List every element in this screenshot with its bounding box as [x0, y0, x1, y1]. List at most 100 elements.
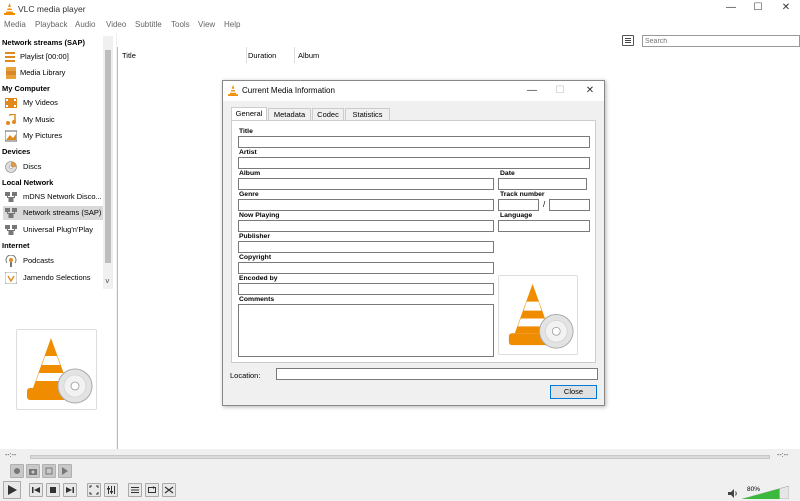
podcast-icon [5, 255, 17, 267]
dialog-minimize-button[interactable]: — [525, 84, 539, 98]
window-title: VLC media player [18, 4, 86, 14]
frame-step-button[interactable] [58, 464, 72, 478]
snapshot-button[interactable] [26, 464, 40, 478]
snapshot-icon [29, 469, 37, 475]
language-field[interactable] [498, 220, 590, 232]
comments-textarea[interactable] [238, 304, 494, 357]
previous-button[interactable] [29, 483, 43, 497]
vlc-cone-icon [508, 283, 574, 349]
sidebar-scrollbar-thumb[interactable] [105, 50, 111, 263]
location-label: Location: [230, 371, 261, 380]
album-label: Album [239, 170, 261, 177]
sidebar-item-label: Universal Plug'n'Play [23, 225, 93, 234]
encoded-by-label: Encoded by [239, 275, 278, 282]
dialog-title-bar: Current Media Information — ☐ ✕ [223, 81, 604, 101]
column-divider[interactable] [246, 47, 247, 63]
playlist-view-mode-button[interactable] [622, 35, 634, 46]
menu-view[interactable]: View [198, 20, 215, 29]
date-field[interactable] [498, 178, 587, 190]
play-icon [8, 485, 17, 495]
sidebar-header-internet: Internet [2, 241, 30, 250]
sidebar-item-my-pictures[interactable]: My Pictures [3, 129, 103, 143]
speaker-icon[interactable] [728, 489, 738, 498]
artist-field[interactable] [238, 157, 590, 169]
seek-slider[interactable] [30, 455, 770, 459]
scroll-down-arrow[interactable]: ˅ [105, 277, 110, 286]
minimize-button[interactable]: — [724, 2, 738, 14]
menu-media[interactable]: Media [4, 20, 26, 29]
sidebar-item-mdns[interactable]: mDNS Network Disco... [3, 190, 103, 204]
sidebar-item-media-library[interactable]: Media Library [3, 66, 103, 80]
sidebar-item-playlist[interactable]: Playlist [00:00] [3, 50, 103, 64]
column-divider[interactable] [294, 47, 295, 63]
extended-settings-button[interactable] [104, 483, 118, 497]
sidebar-album-art [16, 329, 97, 410]
stop-button[interactable] [46, 483, 60, 497]
column-header-duration[interactable]: Duration [248, 51, 276, 60]
stop-icon [50, 487, 56, 493]
pictures-icon [5, 130, 17, 142]
vlc-cone-icon [4, 3, 15, 15]
tab-general[interactable]: General [231, 107, 267, 121]
equalizer-icon [107, 486, 115, 494]
disc-icon [5, 161, 17, 173]
loop-button[interactable] [145, 483, 159, 497]
menu-subtitle[interactable]: Subtitle [135, 20, 162, 29]
sidebar-item-podcasts[interactable]: Podcasts [3, 254, 103, 268]
location-field[interactable] [276, 368, 598, 380]
comments-label: Comments [239, 296, 275, 303]
column-header-album[interactable]: Album [298, 51, 319, 60]
language-label: Language [500, 212, 533, 219]
sidebar-item-upnp[interactable]: Universal Plug'n'Play [3, 223, 103, 237]
network-icon [5, 208, 17, 218]
network-icon [5, 225, 17, 235]
sidebar-header-stream: Network streams (SAP) [2, 38, 85, 47]
sidebar-item-discs[interactable]: Discs [3, 160, 103, 174]
track-number-label: Track number [500, 191, 545, 198]
track-number-field[interactable] [498, 199, 539, 211]
ab-loop-button[interactable] [42, 464, 56, 478]
sidebar-item-network-streams[interactable]: Network streams (SAP) [3, 206, 103, 220]
sidebar-item-label: My Videos [23, 98, 58, 107]
time-elapsed: --:-- [5, 452, 17, 459]
encoded-by-field[interactable] [238, 283, 494, 295]
track-total-field[interactable] [549, 199, 590, 211]
close-window-button[interactable]: ✕ [779, 2, 793, 14]
sidebar-item-my-videos[interactable]: My Videos [3, 96, 103, 110]
shuffle-button[interactable] [162, 483, 176, 497]
publisher-field[interactable] [238, 241, 494, 253]
record-button[interactable] [10, 464, 24, 478]
column-header-title[interactable]: Title [122, 51, 136, 60]
menu-playback[interactable]: Playback [35, 20, 67, 29]
sidebar-item-my-music[interactable]: My Music [3, 113, 103, 127]
sidebar-item-jamendo[interactable]: Jamendo Selections [3, 271, 103, 285]
copyright-field[interactable] [238, 262, 494, 274]
menu-tools[interactable]: Tools [171, 20, 190, 29]
toggle-playlist-button[interactable] [128, 483, 142, 497]
fullscreen-button[interactable] [87, 483, 101, 497]
date-label: Date [500, 170, 515, 177]
record-icon [14, 468, 20, 474]
album-field[interactable] [238, 178, 494, 190]
media-library-icon [6, 67, 16, 79]
sidebar-item-label: Playlist [00:00] [20, 52, 69, 61]
next-button[interactable] [63, 483, 77, 497]
volume-slider[interactable] [742, 486, 789, 499]
menu-help[interactable]: Help [224, 20, 240, 29]
menu-audio[interactable]: Audio [75, 20, 95, 29]
playlist-search-input[interactable] [642, 35, 800, 47]
title-label: Title [239, 128, 253, 135]
menu-video[interactable]: Video [106, 20, 126, 29]
genre-field[interactable] [238, 199, 494, 211]
play-button[interactable] [3, 481, 21, 499]
track-separator: / [543, 200, 546, 209]
sidebar-item-label: My Music [23, 115, 55, 124]
publisher-label: Publisher [239, 233, 270, 240]
close-button[interactable]: Close [550, 385, 597, 399]
maximize-button[interactable]: ☐ [751, 2, 765, 14]
dialog-title: Current Media Information [242, 86, 335, 95]
now-playing-field[interactable] [238, 220, 494, 232]
playlist-icon [5, 52, 15, 62]
dialog-close-x-button[interactable]: ✕ [583, 84, 597, 98]
title-field[interactable] [238, 136, 590, 148]
